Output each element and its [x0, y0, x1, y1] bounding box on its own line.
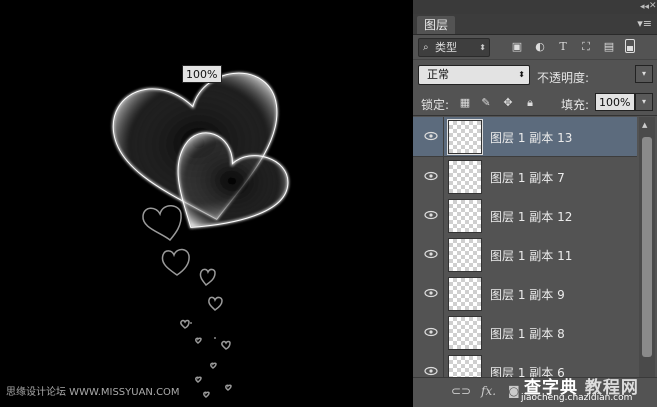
layer-row[interactable]: 图层 1 副本 9 [413, 274, 637, 314]
smart-object-filter-icon[interactable]: ▤ [602, 40, 616, 54]
panel-tab-bar: 图层 ▾≡ [413, 14, 657, 35]
layer-thumbnail [448, 277, 482, 311]
layer-name[interactable]: 图层 1 副本 7 [490, 169, 565, 186]
layer-name[interactable]: 图层 1 副本 13 [490, 129, 572, 146]
layer-thumbnail [448, 238, 482, 272]
tab-layers[interactable]: 图层 [417, 16, 456, 34]
visibility-eye-icon[interactable] [423, 129, 439, 143]
visibility-eye-icon[interactable] [423, 169, 439, 183]
layers-panel: ◂◂ ✕ 图层 ▾≡ ⌕ 类型 ⬍ ▣ ◐ T ⛶ ▤ 正常 ⬍ 不透明度: 1… [182, 0, 657, 407]
layer-name[interactable]: 图层 1 副本 8 [490, 325, 565, 342]
scrollbar-thumb[interactable] [642, 137, 652, 357]
layer-thumbnail [448, 316, 482, 350]
type-filter-icon[interactable]: T [556, 40, 570, 54]
visibility-eye-icon[interactable] [423, 247, 439, 261]
adjustment-filter-icon[interactable]: ◐ [533, 40, 547, 54]
lock-all-icon[interactable]: 🔒︎ [523, 96, 537, 109]
layer-row[interactable]: 图层 1 副本 7 [413, 157, 637, 197]
opacity-input[interactable]: 100% [182, 65, 222, 83]
layer-name[interactable]: 图层 1 副本 12 [490, 208, 572, 225]
layer-row[interactable]: 图层 1 副本 12 [413, 196, 637, 236]
visibility-eye-icon[interactable] [423, 364, 439, 377]
layer-style-icon[interactable]: fx. [481, 384, 496, 398]
layer-row[interactable]: 图层 1 副本 13 [413, 117, 637, 157]
layers-list: 图层 1 副本 13 图层 1 副本 7 图层 1 副本 12 图层 1 副本 … [413, 117, 637, 377]
close-icon[interactable]: ✕ [649, 1, 657, 11]
scroll-up-icon[interactable]: ▲ [642, 121, 647, 129]
blend-mode-select[interactable]: 正常 ⬍ [418, 65, 530, 85]
panel-menu-icon[interactable]: ▾≡ [637, 17, 652, 30]
layer-thumbnail [448, 199, 482, 233]
layer-name[interactable]: 图层 1 副本 9 [490, 286, 565, 303]
filter-row: ⌕ 类型 ⬍ ▣ ◐ T ⛶ ▤ [413, 35, 657, 60]
blend-mode-value: 正常 [427, 68, 449, 81]
eye-column-divider [443, 117, 444, 156]
layer-thumbnail [448, 355, 482, 377]
panel-top-strip: ◂◂ ✕ [413, 0, 657, 14]
eye-column-divider [443, 196, 444, 235]
eye-column-divider [443, 313, 444, 352]
canvas-watermark: 思缘设计论坛 WWW.MISSYUAN.COM [6, 387, 180, 398]
visibility-eye-icon[interactable] [423, 286, 439, 300]
visibility-eye-icon[interactable] [423, 208, 439, 222]
updown-arrows-icon: ⬍ [479, 43, 486, 52]
shape-filter-icon[interactable]: ⛶ [579, 40, 593, 54]
lock-move-icon[interactable]: ✥ [501, 96, 515, 109]
filter-kind-select[interactable]: ⌕ 类型 ⬍ [418, 38, 490, 57]
filter-toggle-icon[interactable] [625, 39, 635, 53]
filter-kind-label: 类型 [435, 41, 457, 54]
eye-column-divider [443, 235, 444, 274]
add-mask-icon[interactable]: ◙ [508, 384, 520, 398]
collapse-icon[interactable]: ◂◂ [640, 2, 649, 12]
link-layers-icon[interactable]: ⊂⊃ [451, 384, 471, 398]
layer-row[interactable]: 图层 1 副本 8 [413, 313, 637, 353]
hearts-artwork [112, 72, 289, 399]
lock-label: 锁定: [421, 98, 450, 112]
search-icon: ⌕ [423, 42, 429, 53]
pixel-filter-icon[interactable]: ▣ [510, 40, 524, 54]
layer-thumbnail [447, 119, 483, 155]
layer-thumbnail [448, 160, 482, 194]
lock-brush-icon[interactable]: ✎ [479, 96, 493, 109]
fill-input[interactable]: 100% [595, 93, 635, 111]
eye-column-divider [443, 352, 444, 377]
lock-transparent-icon[interactable]: ▦ [458, 96, 472, 109]
layers-scrollbar[interactable]: ▲ [639, 117, 655, 377]
updown-arrows-icon: ⬍ [518, 70, 525, 79]
blend-row: 正常 ⬍ 不透明度: 100% [182, 61, 657, 87]
small-hearts [142, 205, 232, 399]
layer-row[interactable]: 图层 1 副本 11 [413, 235, 637, 275]
fill-dropdown-button[interactable]: ▾ [635, 93, 653, 111]
eye-column-divider [443, 157, 444, 196]
site-watermark-url: jiaocheng.chazidian.com [521, 393, 633, 403]
visibility-eye-icon[interactable] [423, 325, 439, 339]
opacity-dropdown-button[interactable]: ▾ [635, 65, 653, 83]
layer-name[interactable]: 图层 1 副本 11 [490, 247, 572, 264]
eye-column-divider [443, 274, 444, 313]
fill-label: 填充: [561, 98, 590, 112]
document-canvas[interactable]: 思缘设计论坛 WWW.MISSYUAN.COM [0, 0, 413, 406]
opacity-label: 不透明度: [537, 71, 590, 85]
